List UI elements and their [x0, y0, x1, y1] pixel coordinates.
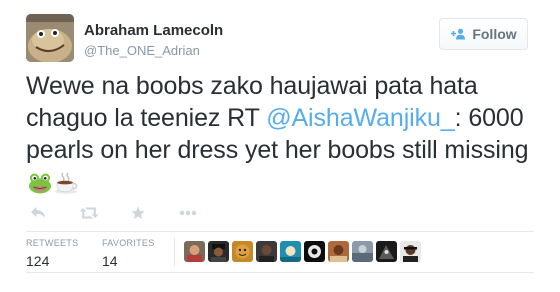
stats-bottom-divider	[26, 272, 534, 273]
reply-icon[interactable]	[30, 206, 46, 220]
favoriter-avatar[interactable]	[304, 241, 325, 262]
favoriter-avatar[interactable]	[400, 241, 421, 262]
favoriter-avatar[interactable]	[256, 241, 277, 262]
favorites-stat[interactable]: FAVORITES 14	[102, 238, 155, 269]
favorite-star-icon[interactable]	[131, 206, 145, 220]
favorites-label: FAVORITES	[102, 238, 155, 248]
follow-button[interactable]: Follow	[439, 18, 528, 50]
favoriter-avatar[interactable]	[232, 241, 253, 262]
coffee-cup-emoji	[54, 172, 78, 194]
favoriter-avatar[interactable]	[376, 241, 397, 262]
favoriter-avatar[interactable]	[280, 241, 301, 262]
retweet-icon[interactable]	[79, 206, 99, 220]
display-name[interactable]: Abraham Lamecoln	[84, 22, 223, 40]
stats-separator	[174, 238, 175, 266]
retweets-count: 124	[26, 253, 50, 269]
favoriter-avatar[interactable]	[208, 241, 229, 262]
tweet-actions	[26, 203, 197, 223]
user-handle[interactable]: @The_ONE_Adrian	[84, 43, 223, 59]
retweets-label: RETWEETS	[26, 238, 79, 248]
favoriter-avatar[interactable]	[184, 241, 205, 262]
mention-link[interactable]: @AishaWanjiku_	[266, 104, 455, 132]
frog-face-emoji	[28, 172, 52, 194]
user-name-block[interactable]: Abraham Lamecoln @The_ONE_Adrian	[84, 22, 223, 59]
stats-top-divider	[26, 231, 534, 232]
favoriter-avatar[interactable]	[352, 241, 373, 262]
favorites-count: 14	[102, 253, 118, 269]
retweets-stat[interactable]: RETWEETS 124	[26, 238, 78, 269]
favoriter-avatars	[184, 241, 421, 262]
add-user-icon	[450, 28, 466, 40]
follow-label: Follow	[472, 26, 517, 42]
more-dots-icon[interactable]	[179, 210, 197, 216]
user-avatar[interactable]	[26, 14, 74, 62]
favoriter-avatar[interactable]	[328, 241, 349, 262]
tweet-text: Wewe na boobs zako haujawai pata hata ch…	[26, 70, 536, 198]
